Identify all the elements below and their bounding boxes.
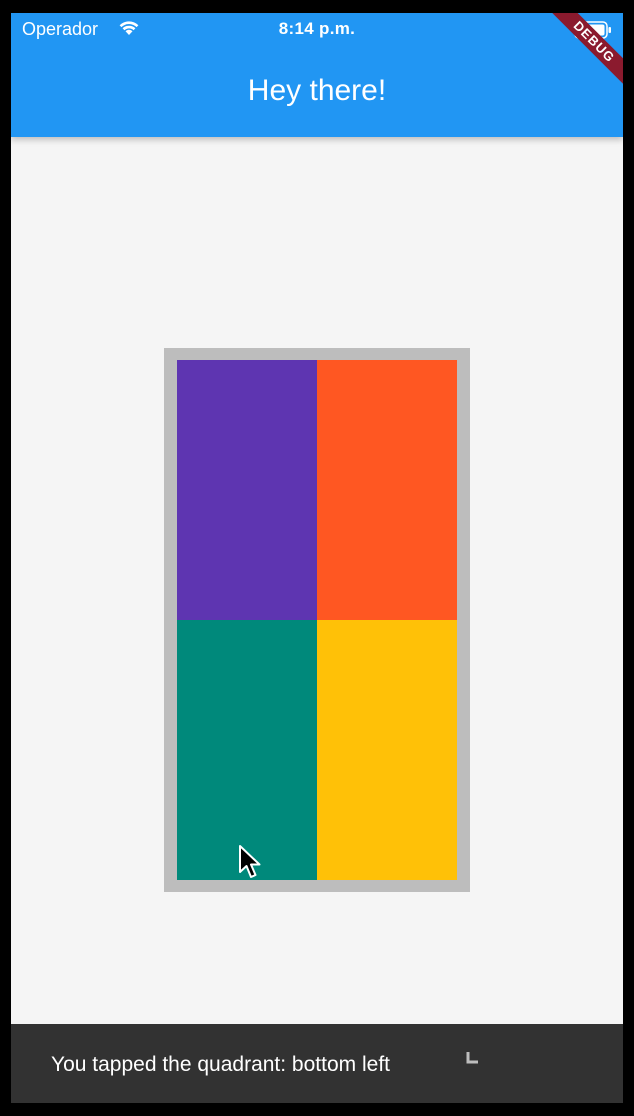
quadrant-bottom-right[interactable] [317,620,457,880]
snackbar: You tapped the quadrant: bottom left [11,1024,623,1103]
snackbar-message: You tapped the quadrant: bottom left [51,1053,390,1076]
quadrant-top-right[interactable] [317,360,457,620]
app-screen: Operador 8:14 p.m. Hey there! DEBUG You … [11,13,623,1103]
status-bar: Operador 8:14 p.m. [11,13,623,47]
app-bar: Operador 8:14 p.m. Hey there! [11,13,623,137]
quadrant-bottom-left[interactable] [177,620,317,880]
page-title: Hey there! [247,74,387,107]
status-time: 8:14 p.m. [278,19,356,38]
quadrant-panel [164,348,470,892]
resize-corner-icon [466,1051,480,1070]
quadrant-top-left[interactable] [177,360,317,620]
mouse-pointer-icon [238,844,262,885]
